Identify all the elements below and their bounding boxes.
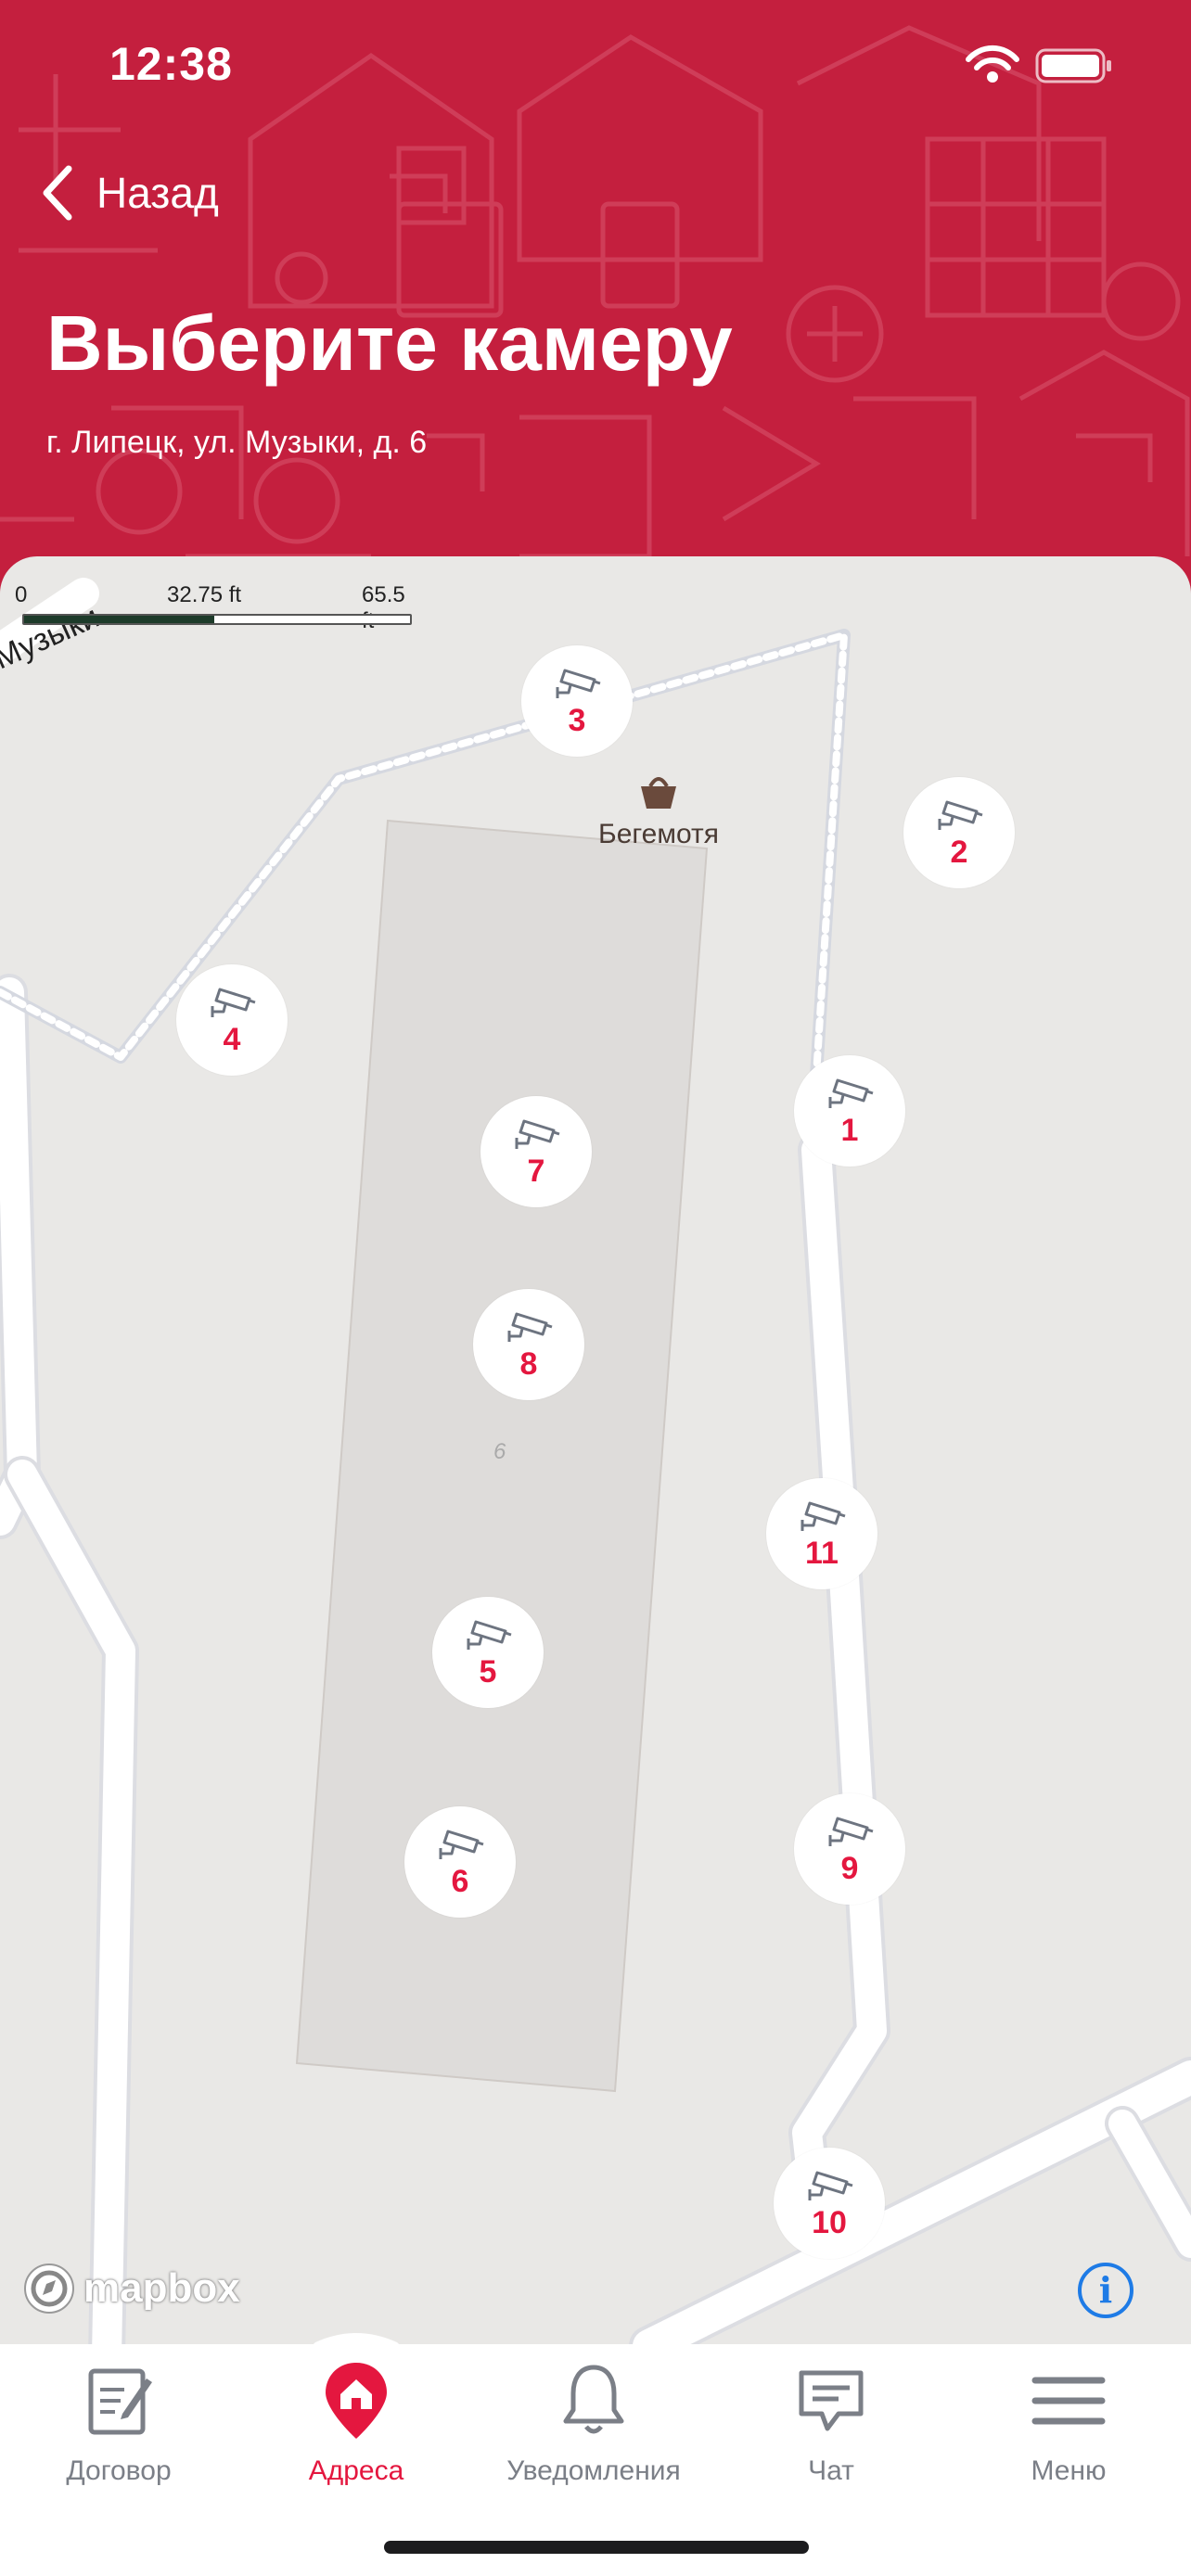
security-camera-icon xyxy=(439,1830,484,1859)
mapbox-icon xyxy=(24,2264,74,2314)
battery-icon xyxy=(1035,48,1111,83)
camera-marker-5[interactable]: 5 xyxy=(432,1597,544,1708)
scale-bar xyxy=(22,614,412,625)
security-camera-icon xyxy=(828,1078,874,1108)
security-camera-icon xyxy=(211,988,256,1017)
security-camera-icon xyxy=(515,1119,560,1149)
camera-number: 11 xyxy=(805,1536,839,1571)
camera-marker-8[interactable]: 8 xyxy=(473,1289,584,1400)
scale-label-zero: 0 xyxy=(15,582,28,607)
tab-addresses[interactable]: Адреса xyxy=(237,2359,475,2498)
camera-marker-9[interactable]: 9 xyxy=(794,1793,905,1905)
tab-chat[interactable]: Чат xyxy=(712,2359,950,2498)
bell-icon xyxy=(563,2365,624,2434)
map-view[interactable]: Музыки 0 32.75 ft 65.5 ft Бегемотя 6 123… xyxy=(0,556,1191,2346)
camera-number: 4 xyxy=(223,1022,241,1057)
mapbox-wordmark: mapbox xyxy=(83,2265,240,2311)
tab-notifications[interactable]: Уведомления xyxy=(475,2359,712,2498)
camera-marker-1[interactable]: 1 xyxy=(794,1055,905,1167)
security-camera-icon xyxy=(808,2171,853,2200)
camera-number: 6 xyxy=(451,1864,469,1899)
tab-label: Чат xyxy=(808,2455,854,2486)
contract-icon xyxy=(88,2368,152,2435)
map-info-button[interactable]: i xyxy=(1078,2263,1133,2318)
status-icons xyxy=(966,45,1111,83)
shopping-basket-icon xyxy=(641,777,676,809)
chat-icon xyxy=(799,2370,864,2431)
scale-label-max: 65.5 ft xyxy=(362,582,405,633)
camera-marker-10[interactable]: 10 xyxy=(774,2148,885,2259)
tab-label: Договор xyxy=(66,2455,172,2486)
camera-number: 5 xyxy=(479,1654,497,1690)
back-button[interactable]: Назад xyxy=(41,156,219,230)
camera-number: 3 xyxy=(568,703,586,738)
home-pin-icon xyxy=(326,2363,387,2439)
camera-number: 1 xyxy=(840,1113,859,1148)
camera-number: 2 xyxy=(950,835,968,870)
camera-marker-4[interactable]: 4 xyxy=(176,964,288,1076)
camera-number: 8 xyxy=(519,1346,538,1382)
security-camera-icon xyxy=(938,800,983,830)
camera-number: 10 xyxy=(812,2205,847,2240)
tab-label: Меню xyxy=(1031,2455,1107,2486)
tab-label: Адреса xyxy=(308,2455,404,2486)
address-subtitle: г. Липецк, ул. Музыки, д. 6 xyxy=(46,425,428,460)
poi-marker[interactable]: Бегемотя xyxy=(575,772,742,850)
tab-label: Уведомления xyxy=(506,2455,681,2486)
security-camera-icon xyxy=(828,1817,874,1846)
back-button-label: Назад xyxy=(96,169,219,217)
tab-menu[interactable]: Меню xyxy=(950,2359,1187,2498)
security-camera-icon xyxy=(507,1312,553,1342)
camera-marker-11[interactable]: 11 xyxy=(766,1478,877,1589)
chevron-left-icon xyxy=(43,165,72,221)
camera-marker-2[interactable]: 2 xyxy=(903,777,1015,888)
tab-contract[interactable]: Договор xyxy=(0,2359,237,2498)
camera-marker-7[interactable]: 7 xyxy=(480,1096,592,1207)
camera-marker-6[interactable]: 6 xyxy=(404,1806,516,1918)
status-time: 12:38 xyxy=(109,38,233,90)
map-scale-bar: 0 32.75 ft 65.5 ft xyxy=(13,582,412,633)
menu-icon xyxy=(1031,2377,1106,2425)
camera-number: 9 xyxy=(840,1851,859,1886)
camera-marker-3[interactable]: 3 xyxy=(521,645,633,757)
security-camera-icon xyxy=(467,1620,512,1650)
poi-name: Бегемотя xyxy=(598,819,719,849)
mapbox-logo[interactable]: mapbox xyxy=(22,2261,240,2316)
security-camera-icon xyxy=(800,1501,846,1531)
security-camera-icon xyxy=(556,669,601,698)
camera-number: 7 xyxy=(527,1154,545,1189)
home-indicator xyxy=(384,2541,809,2554)
tab-bar-bulge xyxy=(232,2333,482,2361)
building-number: 6 xyxy=(493,1439,506,1464)
page-title: Выберите камеру xyxy=(46,300,733,387)
header: 12:38 Назад Выберите камеру г. Липецк, у… xyxy=(0,0,1191,593)
wifi-icon xyxy=(966,45,1019,83)
scale-label-mid: 32.75 ft xyxy=(167,582,242,607)
